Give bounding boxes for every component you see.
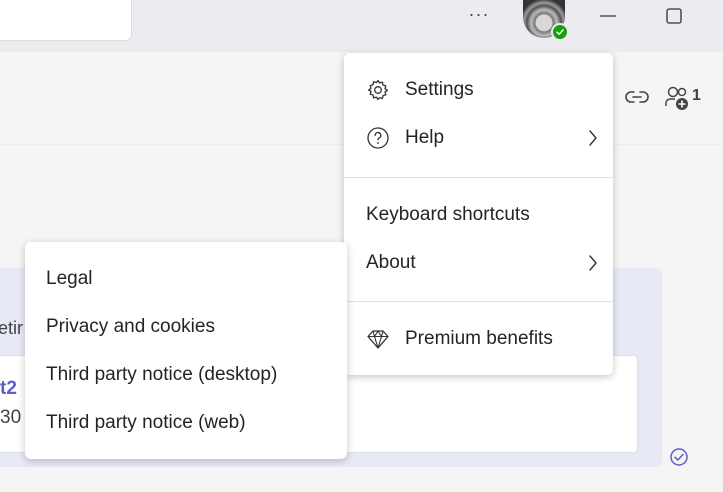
meeting-card-title[interactable]: t2 <box>0 378 17 400</box>
minimize-button[interactable] <box>597 5 619 27</box>
submenu-item-label: Third party notice (web) <box>46 412 246 433</box>
add-participants-icon[interactable] <box>663 84 691 117</box>
help-icon <box>366 126 390 155</box>
menu-item-label: About <box>366 252 416 273</box>
diamond-icon <box>366 327 390 356</box>
submenu-item-third-party-desktop[interactable]: Third party notice (desktop) <box>25 352 347 398</box>
menu-item-settings[interactable]: Settings <box>344 67 613 113</box>
about-submenu: Legal Privacy and cookies Third party no… <box>25 242 347 459</box>
chevron-right-icon <box>587 128 599 153</box>
meeting-card-label: etir <box>0 318 24 338</box>
submenu-item-label: Third party notice (desktop) <box>46 364 278 385</box>
submenu-item-legal[interactable]: Legal <box>25 256 347 302</box>
chevron-right-icon <box>587 253 599 278</box>
settings-menu: Settings Help Keyboard shortcuts About P… <box>344 53 613 375</box>
menu-item-premium-benefits[interactable]: Premium benefits <box>344 316 613 362</box>
submenu-item-privacy[interactable]: Privacy and cookies <box>25 304 347 350</box>
menu-item-help[interactable]: Help <box>344 115 613 161</box>
more-options-button[interactable]: ··· <box>466 4 492 28</box>
sent-check-icon <box>669 447 689 472</box>
gear-icon <box>366 78 390 107</box>
menu-item-label: Premium benefits <box>405 328 553 349</box>
menu-divider <box>344 177 613 178</box>
menu-item-about[interactable]: About <box>344 240 613 286</box>
participant-count: 1 <box>692 87 701 104</box>
maximize-button[interactable] <box>663 5 685 27</box>
submenu-item-third-party-web[interactable]: Third party notice (web) <box>25 400 347 446</box>
submenu-item-label: Legal <box>46 268 93 289</box>
menu-item-label: Keyboard shortcuts <box>366 204 530 225</box>
menu-item-keyboard-shortcuts[interactable]: Keyboard shortcuts <box>344 192 613 238</box>
search-box[interactable] <box>0 0 132 41</box>
submenu-item-label: Privacy and cookies <box>46 316 215 337</box>
menu-item-label: Help <box>405 127 445 148</box>
menu-item-label: Settings <box>405 79 474 100</box>
menu-divider <box>344 301 613 302</box>
link-icon[interactable] <box>624 86 650 113</box>
presence-available-icon <box>551 23 569 41</box>
